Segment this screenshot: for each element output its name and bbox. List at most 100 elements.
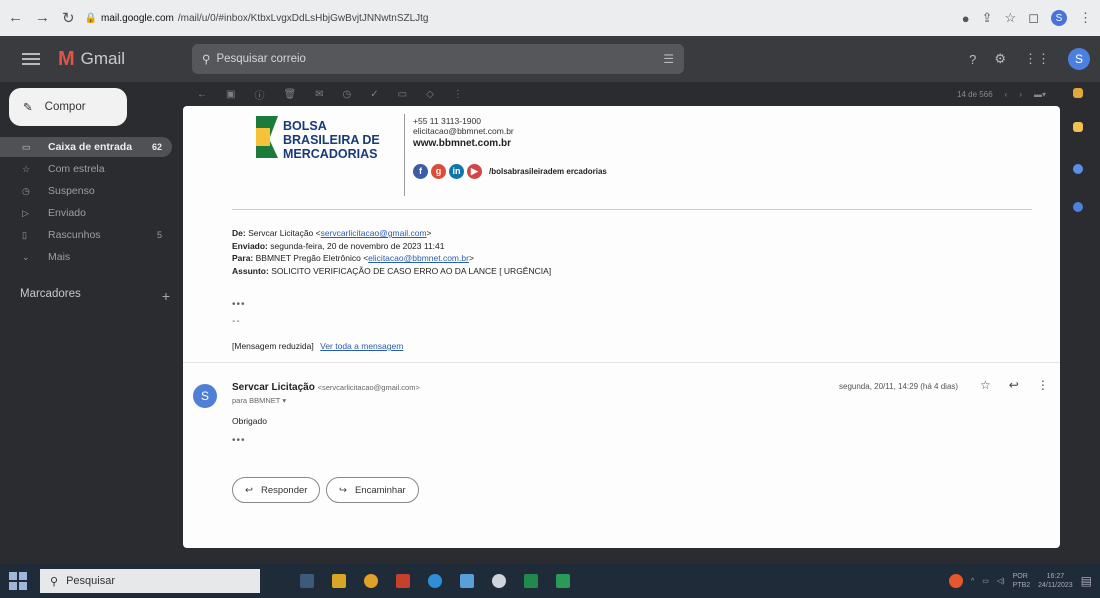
sidepanel-icon[interactable]: ◻ (1028, 10, 1039, 26)
next-icon[interactable]: › (1019, 90, 1022, 99)
sidebar-item-more[interactable]: ⌄ Mais (0, 247, 172, 267)
forward-button[interactable]: ↪ Encaminhar (326, 477, 419, 503)
reply-button[interactable]: ↩ Responder (232, 477, 321, 503)
settings-gear-icon[interactable]: ⚙ (994, 51, 1006, 67)
forward-label: Encaminhar (354, 484, 406, 496)
main-menu-icon[interactable] (22, 53, 40, 65)
recipient-line[interactable]: para BBMNET ▾ (232, 396, 286, 405)
pdf-app-icon[interactable] (396, 574, 410, 588)
clock[interactable]: 16:27 24/11/2023 (1038, 572, 1073, 590)
label-icon[interactable]: ◇ (426, 89, 434, 100)
reload-icon[interactable]: ↻ (62, 9, 75, 27)
report-spam-icon[interactable]: ⓘ (254, 87, 264, 102)
calendar-icon[interactable] (1073, 88, 1083, 98)
social-handle: /bolsabrasileiradem ercadorias (489, 167, 607, 176)
google-plus-icon[interactable]: g (431, 164, 446, 179)
sidebar: ✎ Compor ▭ Caixa de entrada 62 ☆ Com est… (0, 82, 180, 564)
delete-icon[interactable]: 🗑 (283, 89, 296, 100)
prev-icon[interactable]: ‹ (1005, 90, 1008, 99)
back-to-inbox-icon[interactable]: ← (197, 89, 207, 100)
system-tray: ^ ▭ ◁) POR PTB2 16:27 24/11/2023 ▤ (948, 572, 1092, 590)
task-view-icon[interactable] (300, 574, 314, 588)
sidebar-item-drafts[interactable]: ▯ Rascunhos 5 (0, 225, 172, 245)
tasks-icon[interactable] (1073, 164, 1083, 174)
add-task-icon[interactable]: ✓ (370, 89, 378, 100)
gmail-app-name: Gmail (80, 49, 126, 68)
excel-alt-icon[interactable] (556, 574, 570, 588)
message-body: Obrigado (232, 416, 267, 426)
taskbar-search[interactable]: ⚲ Pesquisar (40, 569, 260, 593)
sidebar-item-sent[interactable]: ▷ Enviado (0, 203, 172, 223)
youtube-icon[interactable]: ▶ (467, 164, 482, 179)
search-icon[interactable]: ⚲ (202, 52, 210, 66)
from-email-link[interactable]: servcarlicitacao@gmail.com (321, 228, 427, 238)
to-email-link[interactable]: elicitacao@bbmnet.com.br (368, 253, 469, 263)
mail-search-bar[interactable]: ⚲ Pesquisar correio ☰ (192, 44, 684, 74)
mark-unread-icon[interactable]: ✉ (315, 89, 323, 100)
sent-label: Enviado: (232, 240, 268, 251)
share-icon[interactable]: ⇪ (982, 10, 993, 26)
windows-start-icon[interactable] (8, 571, 28, 591)
signature-divider (404, 114, 405, 196)
apps-grid-icon[interactable]: ⋮⋮ (1024, 51, 1050, 67)
search-options-icon[interactable]: ☰ (663, 52, 674, 66)
volume-icon[interactable]: ◁) (997, 577, 1005, 585)
chrome-icon[interactable] (364, 574, 378, 588)
gmail-logo[interactable]: M Gmail (58, 48, 188, 71)
show-trimmed-button[interactable]: ••• (232, 435, 246, 446)
sidebar-item-starred[interactable]: ☆ Com estrela (0, 159, 172, 179)
settings-icon[interactable] (492, 574, 506, 588)
tray-app-icon[interactable] (948, 574, 963, 588)
from-name: Servcar Licitação (248, 228, 314, 238)
quoted-more-button[interactable]: ••• (232, 299, 246, 310)
labels-section: Marcadores + (20, 288, 170, 304)
bookmark-star-icon[interactable]: ☆ (1005, 10, 1017, 26)
contacts-icon[interactable] (1073, 202, 1083, 212)
pencil-icon: ✎ (23, 102, 33, 114)
sender-name[interactable]: Servcar Licitação (232, 382, 315, 393)
store-icon[interactable] (460, 574, 474, 588)
help-icon[interactable]: ? (969, 52, 976, 67)
sidebar-item-inbox[interactable]: ▭ Caixa de entrada 62 (0, 137, 172, 157)
snooze-icon[interactable]: ◷ (343, 89, 352, 100)
tray-chevron-icon[interactable]: ^ (971, 578, 974, 585)
more-options-icon[interactable]: ⋮ (453, 89, 463, 100)
input-tools-icon[interactable]: ▬▾ (1034, 90, 1046, 99)
search-input[interactable]: Pesquisar correio (216, 53, 305, 65)
chevron-down-icon: ▾ (282, 396, 287, 405)
move-to-icon[interactable]: ▭ (398, 89, 407, 100)
compose-button[interactable]: ✎ Compor (9, 88, 127, 126)
reply-icon[interactable]: ↩ (1009, 378, 1019, 392)
address-bar[interactable]: 🔒 mail.google.com/mail/u/0/#inbox/KtbxLv… (85, 13, 429, 24)
record-icon[interactable]: ● (962, 11, 970, 26)
social-links: f g in ▶ /bolsabrasileiradem ercadorias (413, 164, 607, 179)
linkedin-icon[interactable]: in (449, 164, 464, 179)
archive-icon[interactable]: ▣ (226, 89, 235, 100)
keep-icon[interactable] (1073, 122, 1083, 132)
view-full-message-link[interactable]: Ver toda a mensagem (320, 341, 403, 351)
from-label: De: (232, 228, 246, 238)
forward-icon[interactable]: → (35, 9, 50, 27)
to-label: Para: (232, 253, 254, 263)
edge-icon[interactable] (428, 574, 442, 588)
profile-avatar[interactable]: S (1051, 10, 1067, 26)
network-icon[interactable]: ▭ (982, 577, 989, 585)
sidebar-item-snoozed[interactable]: ◷ Suspenso (0, 181, 172, 201)
draft-icon: ▯ (22, 229, 27, 240)
search-icon: ⚲ (50, 575, 59, 588)
back-icon[interactable]: ← (8, 9, 23, 27)
notifications-icon[interactable]: ▤ (1081, 574, 1092, 588)
unread-count: 62 (151, 142, 162, 152)
more-vert-icon[interactable]: ⋮ (1037, 378, 1049, 392)
facebook-icon[interactable]: f (413, 164, 428, 179)
excel-icon[interactable] (524, 574, 538, 588)
input-language[interactable]: POR PTB2 (1013, 572, 1031, 590)
star-icon[interactable]: ☆ (980, 378, 991, 392)
browser-menu-icon[interactable]: ⋮ (1079, 10, 1092, 26)
bbm-company-name: BOLSA BRASILEIRA DE MERCADORIAS (283, 119, 403, 161)
add-label-icon[interactable]: + (162, 288, 170, 304)
account-avatar[interactable]: S (1068, 48, 1090, 70)
reply-arrow-icon: ↩ (245, 484, 253, 496)
clock-icon: ◷ (22, 185, 30, 196)
file-explorer-icon[interactable] (332, 574, 346, 588)
